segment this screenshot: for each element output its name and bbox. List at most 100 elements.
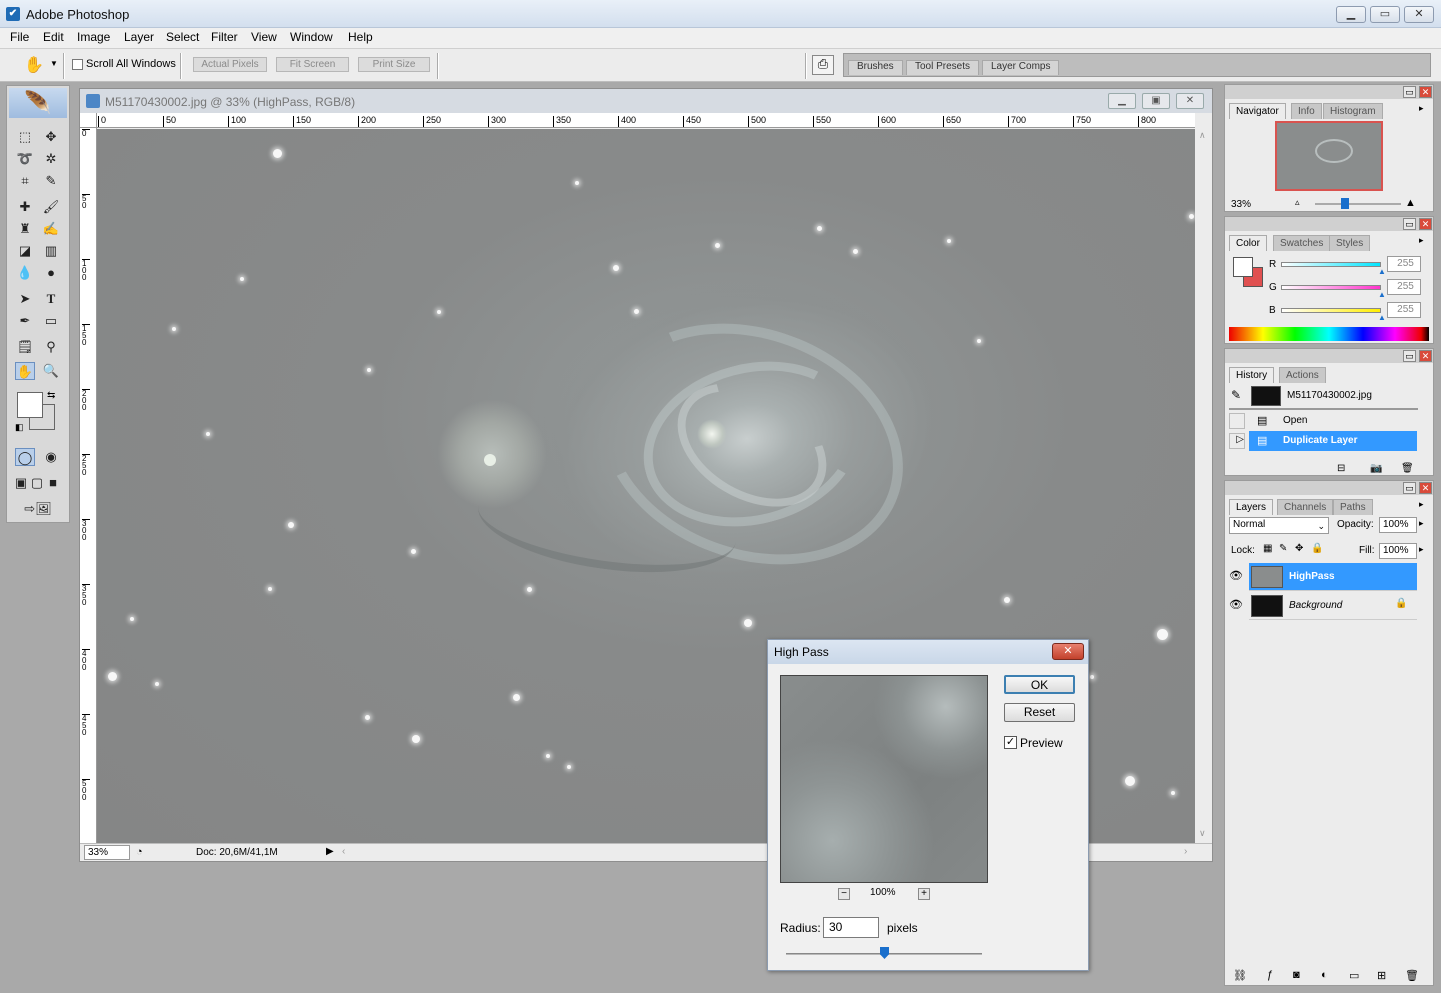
navigator-zoom-slider[interactable] (1315, 203, 1401, 205)
tab-actions[interactable]: Actions (1279, 367, 1326, 383)
pen-tool-icon[interactable]: ✒ (15, 312, 35, 330)
channel-value-field[interactable]: 255 (1387, 279, 1421, 295)
lock-transparency-icon[interactable]: ▦ (1263, 543, 1272, 554)
tab-history[interactable]: History (1229, 367, 1275, 383)
channel-slider-thumb[interactable]: ▲ (1378, 267, 1386, 276)
preview-zoom-in-button[interactable]: + (918, 888, 930, 900)
scroll-left-icon[interactable]: ‹ (342, 846, 345, 857)
clone-stamp-tool-icon[interactable]: ♜ (15, 220, 35, 238)
layer-name[interactable]: HighPass (1289, 571, 1335, 582)
adjustment-layer-icon[interactable]: ◐ (1321, 969, 1328, 981)
screen-mode-standard-icon[interactable]: ▣ (13, 474, 29, 492)
shape-tool-icon[interactable]: ▭ (41, 312, 61, 330)
channel-slider[interactable] (1281, 308, 1381, 313)
channel-slider[interactable] (1281, 285, 1381, 290)
channel-slider-thumb[interactable]: ▲ (1378, 290, 1386, 299)
delete-layer-icon[interactable]: 🗑 (1405, 969, 1419, 982)
slice-tool-icon[interactable]: ✎ (41, 172, 61, 190)
new-snapshot-icon[interactable]: 📷 (1370, 463, 1382, 474)
panel-minimize-icon[interactable]: ▭ (1403, 86, 1416, 98)
navigator-zoom-thumb[interactable] (1341, 198, 1349, 209)
type-tool-icon[interactable]: T (41, 290, 61, 308)
channel-slider-thumb[interactable]: ▲ (1378, 313, 1386, 322)
new-group-icon[interactable]: ▭ (1349, 969, 1359, 982)
history-state[interactable]: ▤ Open (1249, 411, 1417, 431)
panel-close-icon[interactable]: ✕ (1419, 86, 1432, 98)
fit-screen-button[interactable]: Fit Screen (276, 57, 349, 72)
lock-image-icon[interactable]: ✎ (1279, 543, 1287, 554)
preview-zoom-out-button[interactable]: − (838, 888, 850, 900)
menu-file[interactable]: File (10, 30, 29, 44)
history-snapshot[interactable]: ✎ M51170430002.jpg (1229, 384, 1418, 410)
menu-filter[interactable]: Filter (211, 30, 238, 44)
well-tab-brushes[interactable]: Brushes (848, 60, 903, 75)
lock-all-icon[interactable]: 🔒 (1311, 543, 1323, 554)
radius-slider-thumb[interactable] (880, 947, 889, 959)
path-selection-tool-icon[interactable]: ➤ (15, 290, 35, 308)
navigator-thumbnail[interactable] (1275, 121, 1383, 191)
layer-visibility-icon[interactable]: 👁 (1229, 569, 1243, 582)
filter-preview[interactable] (780, 675, 988, 883)
menu-edit[interactable]: Edit (43, 30, 64, 44)
new-document-from-state-icon[interactable]: ⊟ (1337, 463, 1345, 474)
layer-visibility-icon[interactable]: 👁 (1229, 598, 1243, 611)
well-tab-layer-comps[interactable]: Layer Comps (982, 60, 1060, 75)
menu-help[interactable]: Help (348, 30, 373, 44)
actual-pixels-button[interactable]: Actual Pixels (193, 57, 267, 72)
maximize-button[interactable]: ▭ (1370, 6, 1400, 23)
tool-preset-chevron-icon[interactable]: ▼ (50, 59, 58, 68)
panel-menu-icon[interactable]: ▸ (1419, 499, 1424, 510)
tab-info[interactable]: Info (1291, 103, 1322, 119)
tab-swatches[interactable]: Swatches (1273, 235, 1331, 251)
panel-menu-icon[interactable]: ▸ (1419, 103, 1424, 114)
layer-name[interactable]: Background (1289, 600, 1342, 611)
link-layers-icon[interactable]: ⛓ (1233, 969, 1247, 982)
healing-brush-tool-icon[interactable]: ✚ (15, 198, 35, 216)
panel-minimize-icon[interactable]: ▭ (1403, 350, 1416, 362)
reset-button[interactable]: Reset (1004, 703, 1075, 722)
menu-window[interactable]: Window (290, 30, 333, 44)
eraser-tool-icon[interactable]: ◪ (15, 242, 35, 260)
tab-histogram[interactable]: Histogram (1323, 103, 1383, 119)
crop-tool-icon[interactable]: ⌗ (15, 172, 35, 190)
quick-mask-mode-icon[interactable]: ◉ (41, 448, 61, 466)
menu-view[interactable]: View (251, 30, 277, 44)
menu-image[interactable]: Image (77, 30, 110, 44)
channel-value-field[interactable]: 255 (1387, 302, 1421, 318)
hand-tool-icon[interactable]: ✋ (24, 55, 44, 75)
gradient-tool-icon[interactable]: ▥ (41, 242, 61, 260)
foreground-color-swatch[interactable] (17, 392, 43, 418)
notes-tool-icon[interactable]: 🗒 (15, 338, 35, 356)
preview-checkbox[interactable]: ✓ (1004, 736, 1017, 749)
move-tool-icon[interactable]: ✥ (41, 128, 61, 146)
new-layer-icon[interactable]: ⊞ (1377, 969, 1386, 982)
doc-restore-button[interactable]: ▣ (1142, 93, 1170, 109)
magic-wand-tool-icon[interactable]: ✲ (41, 150, 61, 168)
lock-position-icon[interactable]: ✥ (1295, 543, 1303, 554)
history-source-box[interactable] (1229, 413, 1245, 429)
menu-select[interactable]: Select (166, 30, 199, 44)
panel-close-icon[interactable]: ✕ (1419, 482, 1432, 494)
scroll-up-icon[interactable]: ∧ (1199, 130, 1206, 141)
tab-navigator[interactable]: Navigator (1229, 103, 1286, 119)
menu-layer[interactable]: Layer (124, 30, 154, 44)
close-button[interactable]: ✕ (1404, 6, 1434, 23)
panel-minimize-icon[interactable]: ▭ (1403, 218, 1416, 230)
tab-color[interactable]: Color (1229, 235, 1267, 251)
radius-input[interactable]: 30 (823, 917, 879, 938)
fill-field[interactable]: 100% (1379, 543, 1417, 559)
tab-layers[interactable]: Layers (1229, 499, 1274, 515)
fill-arrow-icon[interactable]: ▸ (1419, 544, 1424, 555)
tab-channels[interactable]: Channels (1277, 499, 1334, 515)
zoom-tool-icon[interactable]: 🔍 (41, 362, 61, 380)
doc-minimize-button[interactable]: ▁ (1108, 93, 1136, 109)
vertical-scrollbar[interactable]: ∧ ∨ (1195, 128, 1212, 843)
print-size-button[interactable]: Print Size (358, 57, 430, 72)
layer-style-icon[interactable]: ƒ (1267, 969, 1273, 981)
blur-tool-icon[interactable]: 💧 (15, 264, 35, 282)
blend-mode-select[interactable]: Normal ⌄ (1229, 517, 1329, 534)
zoom-in-mountain-icon[interactable]: ▲ (1405, 197, 1416, 209)
channel-value-field[interactable]: 255 (1387, 256, 1421, 272)
opacity-arrow-icon[interactable]: ▸ (1419, 518, 1424, 529)
history-source-box[interactable]: ▷ (1229, 433, 1245, 449)
